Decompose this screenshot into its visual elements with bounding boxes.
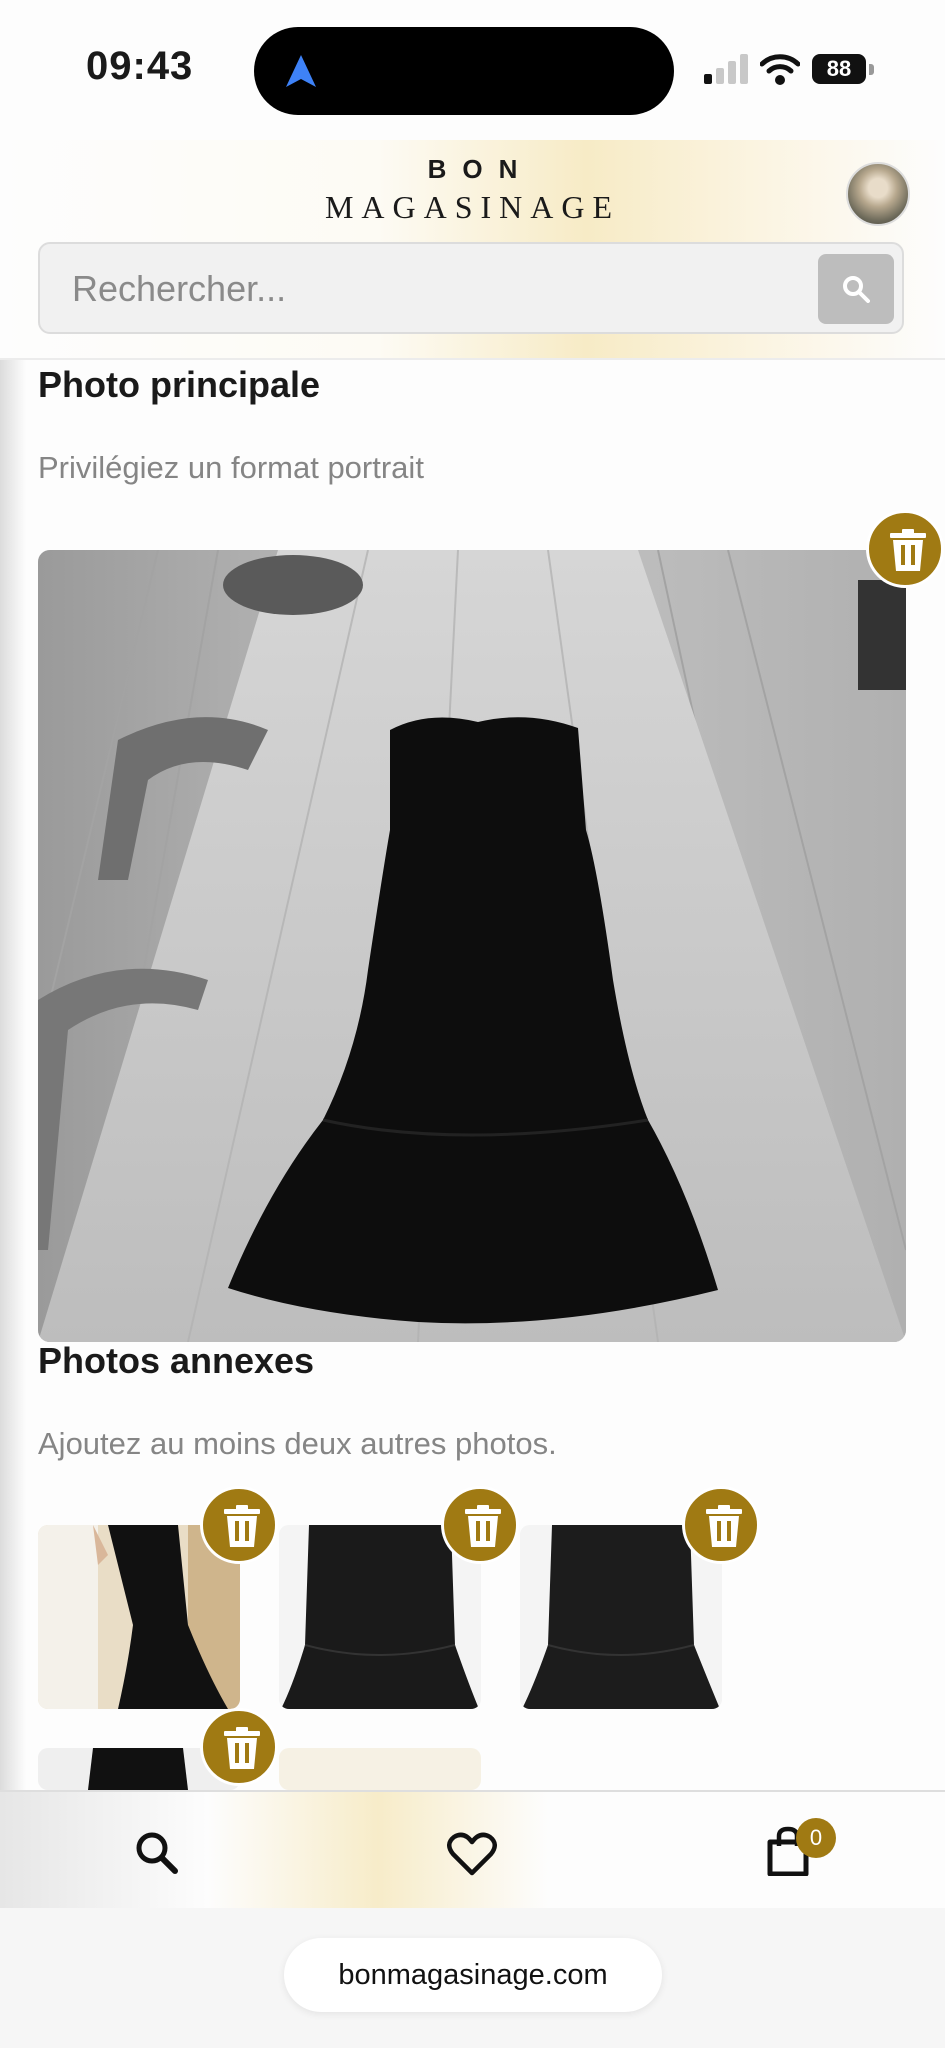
extra-photo-thumbnail[interactable]	[279, 1525, 481, 1709]
trash-icon	[224, 1505, 260, 1547]
status-time: 09:43	[86, 44, 194, 88]
cellular-signal-icon	[704, 54, 748, 84]
battery-indicator: 88	[812, 54, 876, 86]
dress-worn-image	[38, 1525, 240, 1709]
search-icon	[843, 276, 870, 303]
dynamic-island	[254, 27, 674, 115]
trash-icon	[706, 1505, 742, 1547]
trash-icon	[224, 1727, 260, 1769]
dress-back-image	[279, 1525, 481, 1709]
extra-photo-thumbnail[interactable]	[38, 1525, 240, 1709]
main-photo-title: Photo principale	[38, 364, 321, 405]
browser-url-area: bonmagasinage.com	[0, 1908, 945, 2048]
cart-count-badge: 0	[796, 1818, 836, 1858]
extra-photo-thumbnail[interactable]	[520, 1525, 722, 1709]
wifi-icon	[760, 54, 800, 85]
search-button[interactable]	[818, 254, 894, 324]
user-avatar[interactable]	[846, 162, 910, 226]
logo-top-text: BON	[427, 154, 534, 184]
delete-photo-button[interactable]	[200, 1486, 278, 1564]
status-bar: 09:43 88	[0, 0, 945, 140]
logo-bottom-text: MAGASINAGE	[324, 189, 621, 225]
delete-main-photo-button[interactable]	[866, 510, 944, 588]
battery-level: 88	[812, 54, 866, 84]
search-input[interactable]	[70, 244, 834, 334]
search-bar	[38, 242, 904, 334]
add-photo-slot[interactable]	[279, 1748, 481, 1790]
location-arrow-icon	[286, 55, 316, 87]
main-photo[interactable]	[38, 550, 906, 1342]
search-icon[interactable]	[134, 1830, 178, 1874]
extra-photos-title: Photos annexes	[38, 1340, 315, 1381]
main-photo-hint: Privilégiez un format portrait	[38, 450, 424, 485]
battery-tip	[869, 64, 874, 75]
bottom-navigation: 0	[0, 1790, 945, 1910]
delete-photo-button[interactable]	[682, 1486, 760, 1564]
trash-icon	[890, 529, 926, 571]
dress-photo-image	[38, 550, 906, 1342]
delete-photo-button[interactable]	[441, 1486, 519, 1564]
url-bar[interactable]: bonmagasinage.com	[284, 1938, 662, 2012]
delete-photo-button[interactable]	[200, 1708, 278, 1786]
extra-photos-hint: Ajoutez au moins deux autres photos.	[38, 1426, 557, 1461]
site-logo[interactable]: BON MAGASINAGE	[300, 154, 645, 226]
left-edge-shadow	[0, 360, 26, 1790]
heart-icon[interactable]	[447, 1832, 497, 1876]
site-header: BON MAGASINAGE	[0, 140, 945, 360]
dress-front-image	[520, 1525, 722, 1709]
trash-icon	[465, 1505, 501, 1547]
